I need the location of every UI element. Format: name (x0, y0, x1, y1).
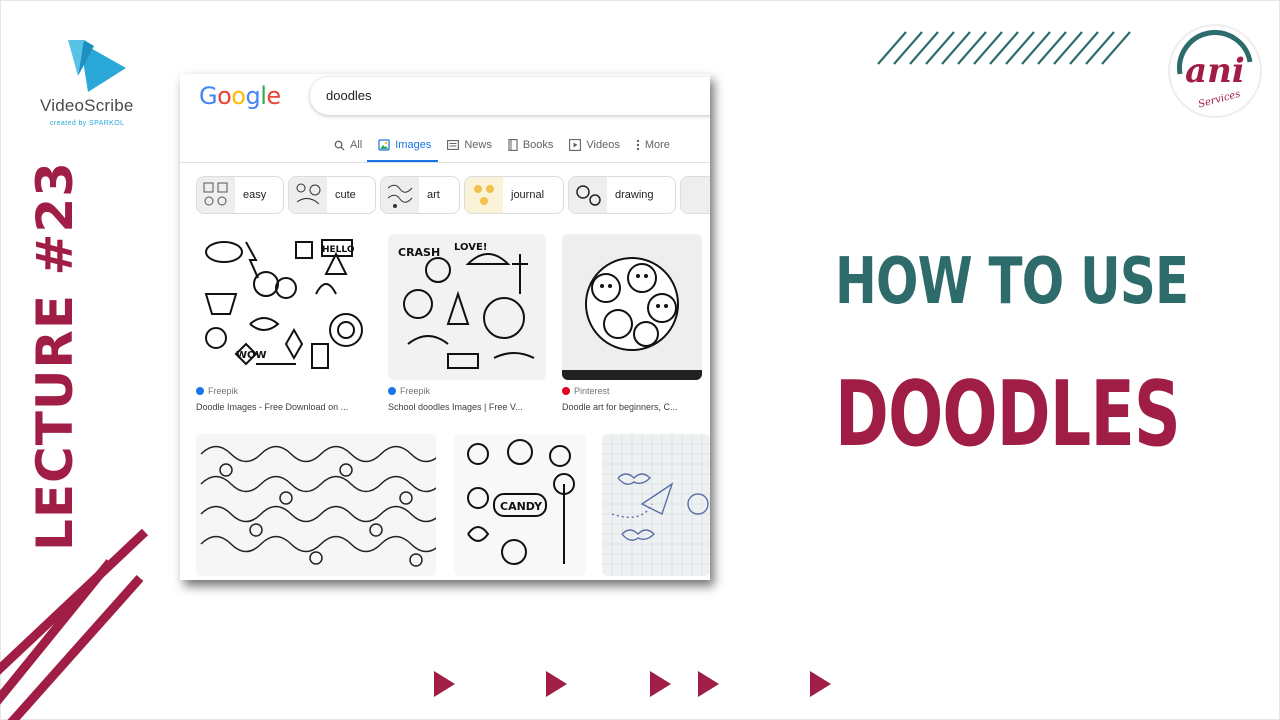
header-divider (180, 162, 710, 163)
chip-label: journal (511, 189, 545, 201)
tab-all[interactable]: All (326, 134, 370, 156)
result-image-5[interactable]: CANDY (454, 434, 586, 576)
google-logo: Google (199, 82, 281, 110)
image-icon (378, 139, 390, 151)
freepik-icon (196, 387, 204, 395)
chip-thumbnail (289, 177, 327, 213)
search-query: doodles (326, 88, 372, 103)
result-image-6[interactable] (602, 434, 710, 576)
doodle-image (196, 434, 436, 576)
result-image-3[interactable] (562, 234, 702, 380)
tab-news[interactable]: News (439, 134, 500, 156)
result-title-1[interactable]: Doodle Images - Free Download on ... (196, 402, 348, 412)
search-input[interactable]: doodles (310, 77, 710, 115)
headline-line-1: HOW TO USE (835, 245, 1189, 319)
doodle-image (602, 434, 710, 576)
google-images-screenshot: Google doodles All Images News Books Vid… (180, 74, 710, 580)
tab-images[interactable]: Images (370, 134, 439, 156)
chip-label: cute (335, 189, 356, 201)
svg-text:CANDY: CANDY (500, 500, 543, 513)
video-icon (569, 139, 582, 151)
svg-text:ani: ani (1185, 51, 1245, 91)
decorative-stripes (0, 528, 149, 720)
tab-books[interactable]: Books (500, 134, 562, 156)
result-source-1[interactable]: Freepik (196, 386, 238, 396)
ani-services-logo: ani Services (1168, 24, 1262, 118)
decorative-arrow-icon (546, 671, 567, 697)
chip-next[interactable] (680, 176, 710, 214)
freepik-icon (388, 387, 396, 395)
svg-text:HELLO: HELLO (322, 245, 355, 255)
result-image-2[interactable]: CRASH LOVE! (388, 234, 546, 380)
book-icon (508, 139, 518, 151)
result-title-2[interactable]: School doodles Images | Free V... (388, 402, 523, 412)
chip-thumbnail (465, 177, 503, 213)
chip-easy[interactable]: easy (196, 176, 284, 214)
svg-text:WOW: WOW (236, 350, 267, 361)
result-image-4[interactable] (196, 434, 436, 576)
chip-thumbnail (197, 177, 235, 213)
chip-journal[interactable]: journal (464, 176, 564, 214)
lecture-number: LECTURE #23 (26, 161, 84, 551)
doodle-image: CRASH LOVE! (388, 234, 546, 380)
search-icon (334, 140, 345, 151)
result-title-3[interactable]: Doodle art for beginners, C... (562, 402, 678, 412)
chip-thumbnail (381, 177, 419, 213)
chip-label: art (427, 189, 440, 201)
videoscribe-logo: VideoScribe created by SPARKOL (38, 36, 148, 136)
videoscribe-name: VideoScribe (40, 96, 134, 115)
doodle-image (562, 234, 702, 380)
search-tabs: All Images News Books Videos More (326, 134, 678, 162)
chip-label: easy (243, 189, 267, 201)
decorative-arrow-icon (650, 671, 671, 697)
decorative-arrow-icon (434, 671, 455, 697)
tab-more[interactable]: More (628, 134, 678, 156)
chip-art[interactable]: art (380, 176, 460, 214)
videoscribe-play-icon (68, 40, 126, 92)
chip-drawing[interactable]: drawing (568, 176, 676, 214)
decorative-arrow-icon (810, 671, 831, 697)
doodle-image: HELLO WOW (196, 234, 368, 380)
news-icon (447, 140, 460, 150)
svg-text:CRASH: CRASH (398, 246, 440, 259)
decorative-arrow-icon (698, 671, 719, 697)
svg-text:LOVE!: LOVE! (454, 242, 487, 253)
doodle-image: CANDY (454, 434, 586, 576)
videoscribe-tagline: created by SPARKOL (50, 120, 125, 127)
chip-label: drawing (615, 189, 654, 201)
pinterest-icon (562, 387, 570, 395)
chip-cute[interactable]: cute (288, 176, 376, 214)
chip-thumbnail (569, 177, 607, 213)
tab-videos[interactable]: Videos (561, 134, 627, 156)
result-image-1[interactable]: HELLO WOW (196, 234, 368, 380)
decorative-hatch (877, 31, 1131, 65)
headline-line-2: DOODLES (835, 362, 1181, 467)
more-vert-icon (636, 139, 640, 151)
chip-thumbnail (681, 177, 710, 213)
result-source-3[interactable]: Pinterest (562, 386, 610, 396)
result-source-2[interactable]: Freepik (388, 386, 430, 396)
